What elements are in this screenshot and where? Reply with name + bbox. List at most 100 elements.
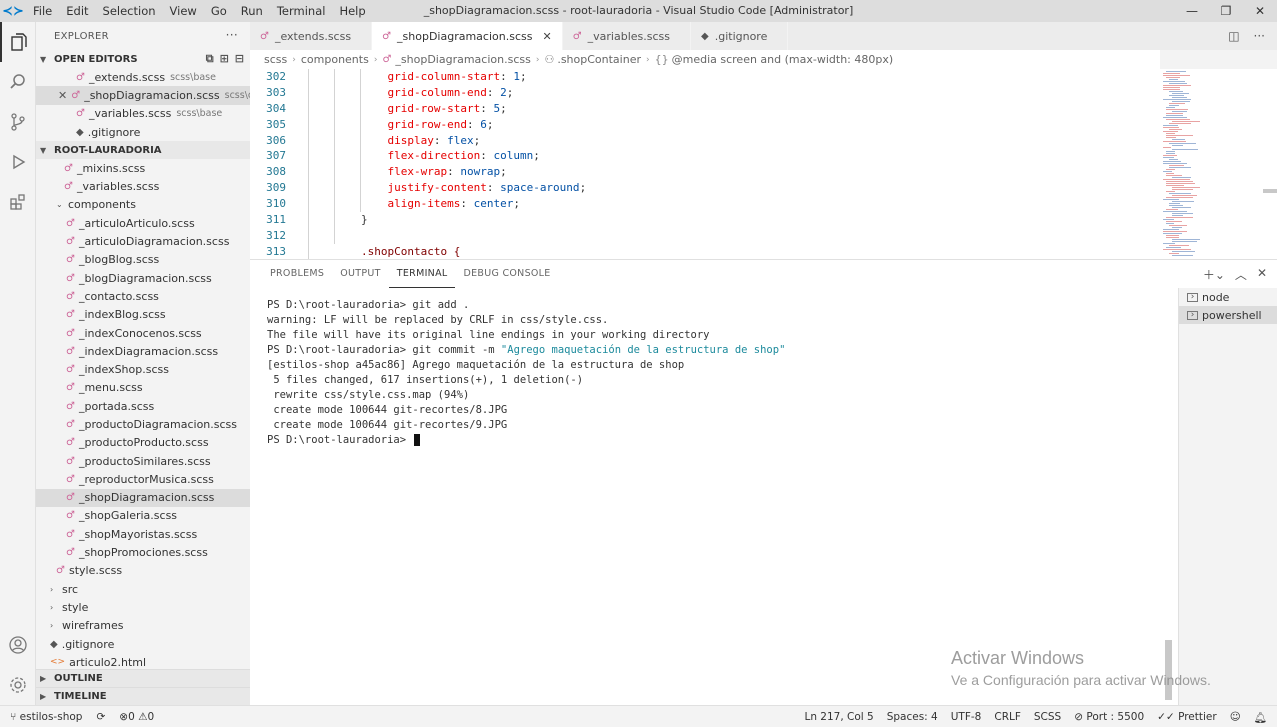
file-tree-item[interactable]: ♂ _indexDiagramacion.scss [36, 342, 250, 360]
menu-view[interactable]: View [163, 0, 204, 22]
tab-gitignore[interactable]: ◆ .gitignore [691, 22, 789, 50]
new-untitled-file-icon[interactable]: ⧉ [206, 52, 214, 66]
feedback-icon[interactable]: ☺ [1230, 711, 1241, 723]
panel-tab-debug-console[interactable]: DEBUG CONSOLE [455, 260, 558, 288]
minimap[interactable] [1160, 69, 1277, 259]
search-icon[interactable] [0, 62, 36, 102]
file-tree-item[interactable]: ♂ _shopDiagramacion.scss [36, 488, 250, 507]
panel-tab-problems[interactable]: PROBLEMS [262, 260, 332, 288]
source-control-icon[interactable] [0, 102, 36, 142]
breadcrumb-item[interactable]: _shopDiagramacion.scss [395, 53, 530, 66]
open-editor-item[interactable]: ✕ ♂_shopDiagramacion.scss scss\co... [36, 86, 250, 105]
menu-help[interactable]: Help [332, 0, 372, 22]
menu-run[interactable]: Run [234, 0, 270, 22]
breadcrumb-item[interactable]: @media screen and (max-width: 480px) [672, 53, 894, 66]
sync-icon[interactable]: ⟳ [96, 711, 105, 723]
close-icon[interactable]: ✕ [542, 30, 551, 43]
close-icon[interactable]: ✕ [58, 89, 67, 102]
tab-shopdiagramacionscss[interactable]: ♂ _shopDiagramacion.scss ✕ [372, 22, 563, 50]
file-tree-item[interactable]: ♂ _indexShop.scss [36, 360, 250, 378]
terminal-item-node[interactable]: › node [1179, 288, 1277, 306]
notifications-icon[interactable]: 🔔︎ [1254, 711, 1267, 724]
file-tree-item[interactable]: ♂ _shopPromociones.scss [36, 543, 250, 561]
menu-go[interactable]: Go [204, 0, 234, 22]
minimize-button[interactable]: — [1175, 0, 1209, 22]
file-tree-item[interactable]: ♂ _blogDiagramacion.scss [36, 269, 250, 287]
file-tree-item[interactable]: ♂ _shopMayoristas.scss [36, 525, 250, 543]
split-editor-icon[interactable]: ◫ [1228, 29, 1239, 43]
file-tree-item[interactable]: ♂ _contacto.scss [36, 287, 250, 305]
encoding-status[interactable]: UTF-8 [951, 711, 982, 723]
close-window-button[interactable]: ✕ [1243, 0, 1277, 22]
minimap-line [1163, 233, 1182, 234]
terminal-item-powershell[interactable]: › powershell [1179, 306, 1277, 324]
folder-tree-item[interactable]: › style [36, 598, 250, 616]
timeline-section[interactable]: ▶ TIMELINE [36, 687, 250, 705]
run-debug-icon[interactable] [0, 142, 36, 182]
language-mode[interactable]: SCSS [1034, 711, 1061, 723]
tab-variablesscss[interactable]: ♂ _variables.scss [563, 22, 692, 50]
menu-edit[interactable]: Edit [59, 0, 95, 22]
account-icon[interactable] [0, 625, 36, 665]
file-tree-item[interactable]: ♂ _portada.scss [36, 397, 250, 415]
eol-status[interactable]: CRLF [994, 711, 1021, 723]
file-tree-item[interactable]: ♂ _indexConocenos.scss [36, 324, 250, 342]
panel-tab-output[interactable]: OUTPUT [332, 260, 389, 288]
live-server-status[interactable]: ⊘ Port : 5500 [1074, 711, 1144, 723]
editor-scrollbar[interactable] [1263, 69, 1277, 259]
folder-tree-item[interactable]: › wireframes [36, 617, 250, 635]
breadcrumb-item[interactable]: scss [264, 53, 287, 66]
restore-button[interactable]: ❐ [1209, 0, 1243, 22]
menu-file[interactable]: File [26, 0, 59, 22]
panel-tab-terminal[interactable]: TERMINAL [388, 260, 456, 288]
new-terminal-icon[interactable]: ＋⌄ [1203, 266, 1225, 283]
outline-section[interactable]: ▶ OUTLINE [36, 669, 250, 687]
indentation-status[interactable]: Spaces: 4 [887, 711, 938, 723]
file-tree-item[interactable]: ♂ _articuloDiagramacion.scss [36, 232, 250, 250]
file-tree-item[interactable]: ♂ _indexBlog.scss [36, 306, 250, 324]
terminal-output[interactable]: PS D:\root-lauradoria> git add . warning… [267, 298, 1167, 448]
cursor-position[interactable]: Ln 217, Col 5 [804, 711, 873, 723]
extensions-icon[interactable] [0, 182, 36, 222]
folder-tree-item[interactable]: ⌄ components [36, 196, 250, 214]
close-panel-icon[interactable]: ✕ [1257, 266, 1267, 283]
open-editor-item[interactable]: ♂ _variables.scss scss\base [36, 105, 250, 123]
file-tree-item[interactable]: ♂ _mixins.scss [36, 159, 250, 177]
file-tree-item[interactable]: ◆ .gitignore [36, 635, 250, 653]
more-actions-icon[interactable]: ··· [1254, 29, 1265, 43]
code-editor[interactable]: 302 grid-column-start: 1; 303 grid-column… [250, 69, 1160, 259]
file-tree-item[interactable]: ♂ _menu.scss [36, 379, 250, 397]
more-actions-icon[interactable]: ··· [226, 28, 238, 42]
tab-extendsscss[interactable]: ♂ _extends.scss [250, 22, 373, 50]
file-tree-item[interactable]: ♂ style.scss [36, 562, 250, 580]
branch-status[interactable]: ⑂ estilos-shop [10, 711, 82, 723]
folder-tree-item[interactable]: › src [36, 580, 250, 598]
save-all-icon[interactable]: ⊞ [220, 52, 229, 66]
prettier-status[interactable]: ✓✓ Prettier [1157, 711, 1217, 723]
maximize-panel-icon[interactable]: ︿ [1235, 266, 1247, 283]
file-tree-item[interactable]: ♂ _articuloArticulo.scss [36, 214, 250, 232]
file-tree-item[interactable]: ♂ _productoDiagramacion.scss [36, 415, 250, 433]
open-editor-item[interactable]: ♂ _extends.scss scss\base [36, 68, 250, 86]
file-tree-item[interactable]: ♂ _reproductorMusica.scss [36, 470, 250, 488]
open-editor-item[interactable]: ◆ .gitignore [36, 123, 250, 141]
breadcrumb-item[interactable]: .shopContainer [557, 53, 641, 66]
line-number: 307 [266, 149, 286, 163]
indent-guide [334, 180, 335, 197]
problems-status[interactable]: ⊗0 ⚠0 [119, 711, 154, 723]
file-tree-item[interactable]: ♂ _productoProducto.scss [36, 434, 250, 452]
close-all-icon[interactable]: ⊟ [235, 52, 244, 66]
file-tree-item[interactable]: ♂ _variables.scss [36, 177, 250, 195]
menu-terminal[interactable]: Terminal [270, 0, 333, 22]
colon: : [486, 85, 501, 99]
indent-guide [308, 132, 309, 149]
open-editors-section[interactable]: ▼ OPEN EDITORS ⧉ ⊞ ⊟ [36, 50, 250, 68]
explorer-icon[interactable] [0, 22, 36, 62]
file-tree-item[interactable]: ♂ _shopGaleria.scss [36, 507, 250, 525]
root-folder-section[interactable]: ▼ ROOT-LAURADORIA [36, 141, 250, 160]
breadcrumb-item[interactable]: components [301, 53, 369, 66]
gear-icon[interactable] [0, 665, 36, 705]
file-tree-item[interactable]: ♂ _blogBlog.scss [36, 251, 250, 269]
menu-selection[interactable]: Selection [96, 0, 163, 22]
file-tree-item[interactable]: ♂ _productoSimilares.scss [36, 452, 250, 470]
